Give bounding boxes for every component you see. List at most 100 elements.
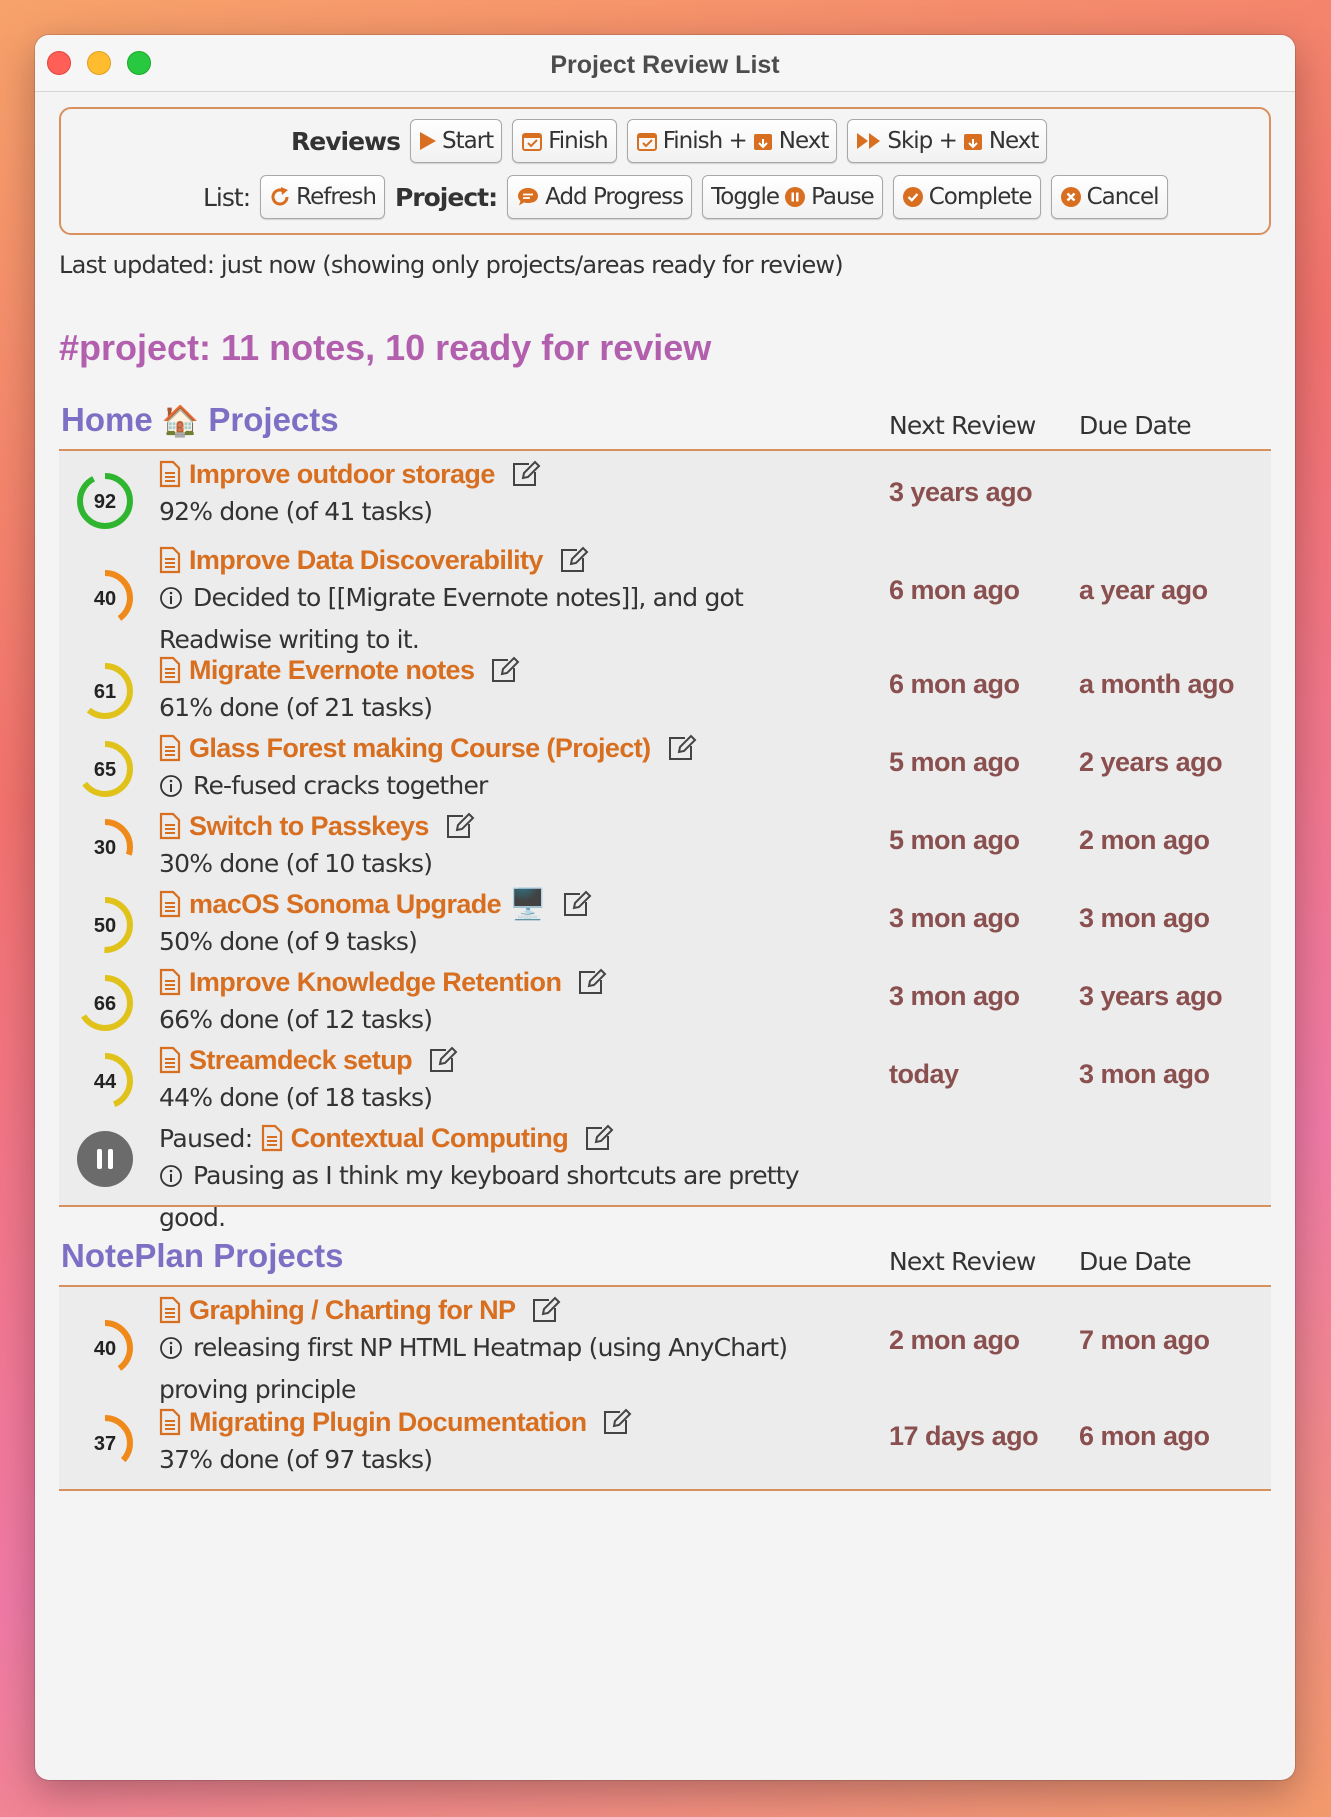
progress-ring: 30 (75, 817, 135, 877)
document-icon (159, 460, 181, 488)
project-title-link[interactable]: Graphing / Charting for NP (189, 1295, 516, 1326)
edit-icon[interactable] (445, 812, 475, 840)
progress-ring: 65 (75, 739, 135, 799)
house-icon: 🏠 (161, 405, 200, 438)
section-title-part: Projects (208, 401, 339, 438)
edit-icon[interactable] (428, 1046, 458, 1074)
finish-next-label-a: Finish + (662, 128, 748, 154)
next-review-column-header: Next Review (889, 1247, 1036, 1276)
finish-review-label: Finish (548, 128, 608, 154)
project-body: Improve Data Discoverability Decided to … (159, 541, 859, 659)
calendar-check-icon (521, 130, 543, 152)
toggle-pause-label-a: Toggle (711, 184, 780, 210)
start-review-button[interactable]: Start (410, 119, 503, 163)
edit-icon[interactable] (584, 1124, 614, 1152)
document-icon (159, 546, 181, 574)
progress-percent: 40 (94, 1338, 116, 1360)
project-title-link[interactable]: Glass Forest making Course (Project) (189, 733, 651, 764)
list-label: List: (203, 182, 251, 212)
document-icon (159, 656, 181, 684)
project-title-link[interactable]: Improve outdoor storage (189, 459, 495, 490)
info-icon (159, 1333, 183, 1371)
edit-icon[interactable] (602, 1408, 632, 1436)
project-detail: 50% done (of 9 tasks) (159, 927, 418, 956)
edit-icon[interactable] (559, 546, 589, 574)
skip-next-button[interactable]: Skip + Next (847, 119, 1048, 163)
paused-label: Paused: (159, 1123, 253, 1153)
project-detail: 92% done (of 41 tasks) (159, 497, 433, 526)
edit-icon[interactable] (511, 460, 541, 488)
calendar-check-icon (636, 130, 658, 152)
next-review-value: 3 mon ago (889, 981, 1020, 1011)
document-icon (261, 1124, 283, 1152)
edit-icon[interactable] (531, 1296, 561, 1324)
edit-icon[interactable] (577, 968, 607, 996)
complete-button[interactable]: Complete (892, 175, 1041, 219)
progress-percent: 61 (94, 681, 116, 703)
project-body: Improve outdoor storage 92% done (of 41 … (159, 455, 859, 531)
project-title-link[interactable]: Contextual Computing (291, 1123, 569, 1154)
progress-percent: 40 (94, 588, 116, 610)
project-progress-note: Re-fused cracks together (193, 771, 488, 800)
project-title-link[interactable]: Switch to Passkeys (189, 811, 429, 842)
window-title: Project Review List (550, 51, 780, 79)
app-window: Project Review List Reviews Start Finish… (35, 35, 1295, 1780)
document-icon (159, 968, 181, 996)
finish-next-button[interactable]: Finish + Next (626, 119, 838, 163)
cancel-button[interactable]: Cancel (1050, 175, 1168, 219)
info-icon (159, 771, 183, 809)
project-title-link[interactable]: Improve Data Discoverability (189, 545, 543, 576)
finish-next-label-b: Next (778, 128, 830, 154)
skip-next-label-b: Next (988, 128, 1040, 154)
project-detail: 44% done (of 18 tasks) (159, 1083, 433, 1112)
next-review-value: 5 mon ago (889, 825, 1020, 855)
project-list: 40 Graphing / Charting for NP releasing … (59, 1287, 1271, 1491)
next-review-value: 3 years ago (889, 477, 1033, 507)
next-review-value: today (889, 1059, 959, 1089)
main-content: Reviews Start Finish Finish + Next Skip … (59, 91, 1271, 1491)
project-row: 66 Improve Knowledge Retention 66% done … (59, 963, 1271, 1041)
refresh-icon (269, 186, 291, 208)
project-row: 30 Switch to Passkeys 30% done (of 10 ta… (59, 807, 1271, 885)
edit-icon[interactable] (562, 890, 592, 918)
edit-icon[interactable] (490, 656, 520, 684)
project-row: 50 macOS Sonoma Upgrade 🖥️ 50% done (of … (59, 885, 1271, 963)
check-circle-icon (902, 186, 924, 208)
pause-circle-icon (784, 186, 806, 208)
project-row: 65 Glass Forest making Course (Project) … (59, 729, 1271, 807)
project-title-link[interactable]: Improve Knowledge Retention (189, 967, 562, 998)
progress-percent: 65 (94, 759, 116, 781)
document-icon (159, 734, 181, 762)
paused-indicator (75, 1129, 135, 1189)
list-project-toolbar-row: List: Refresh Project: Add Progress Togg… (203, 175, 1168, 219)
due-date-value: a month ago (1079, 669, 1235, 699)
tag-summary-heading: #project: 11 notes, 10 ready for review (59, 327, 712, 368)
section-header-home: Home 🏠 Projects Next Review Due Date (59, 399, 1271, 451)
progress-ring: 61 (75, 661, 135, 721)
project-row-paused: Paused: Contextual Computing Pausing as … (59, 1119, 1271, 1232)
edit-icon[interactable] (667, 734, 697, 762)
document-icon (159, 1408, 181, 1436)
progress-ring: 66 (75, 973, 135, 1033)
project-title-link[interactable]: macOS Sonoma Upgrade (189, 889, 502, 920)
add-progress-button[interactable]: Add Progress (507, 175, 693, 219)
desktop-computer-icon: 🖥️ (509, 887, 547, 921)
refresh-button[interactable]: Refresh (260, 175, 385, 219)
project-title-link[interactable]: Streamdeck setup (189, 1045, 413, 1076)
project-title-link[interactable]: Migrate Evernote notes (189, 655, 475, 686)
project-body: Migrate Evernote notes 61% done (of 21 t… (159, 651, 859, 727)
finish-review-button[interactable]: Finish (512, 119, 617, 163)
project-body: Glass Forest making Course (Project) Re-… (159, 729, 859, 809)
project-title-link[interactable]: Migrating Plugin Documentation (189, 1407, 587, 1438)
toggle-pause-button[interactable]: Toggle Pause (702, 175, 883, 219)
due-date-value: 2 mon ago (1079, 825, 1210, 855)
next-review-column-header: Next Review (889, 411, 1036, 440)
section-header-noteplan: NotePlan Projects Next Review Due Date (59, 1235, 1271, 1287)
project-detail: 37% done (of 97 tasks) (159, 1445, 433, 1474)
progress-ring: 92 (75, 471, 135, 531)
project-row: 61 Migrate Evernote notes 61% done (of 2… (59, 651, 1271, 729)
progress-ring: 44 (75, 1051, 135, 1111)
progress-percent: 50 (94, 915, 116, 937)
next-review-value: 5 mon ago (889, 747, 1020, 777)
due-date-value: 6 mon ago (1079, 1421, 1210, 1451)
